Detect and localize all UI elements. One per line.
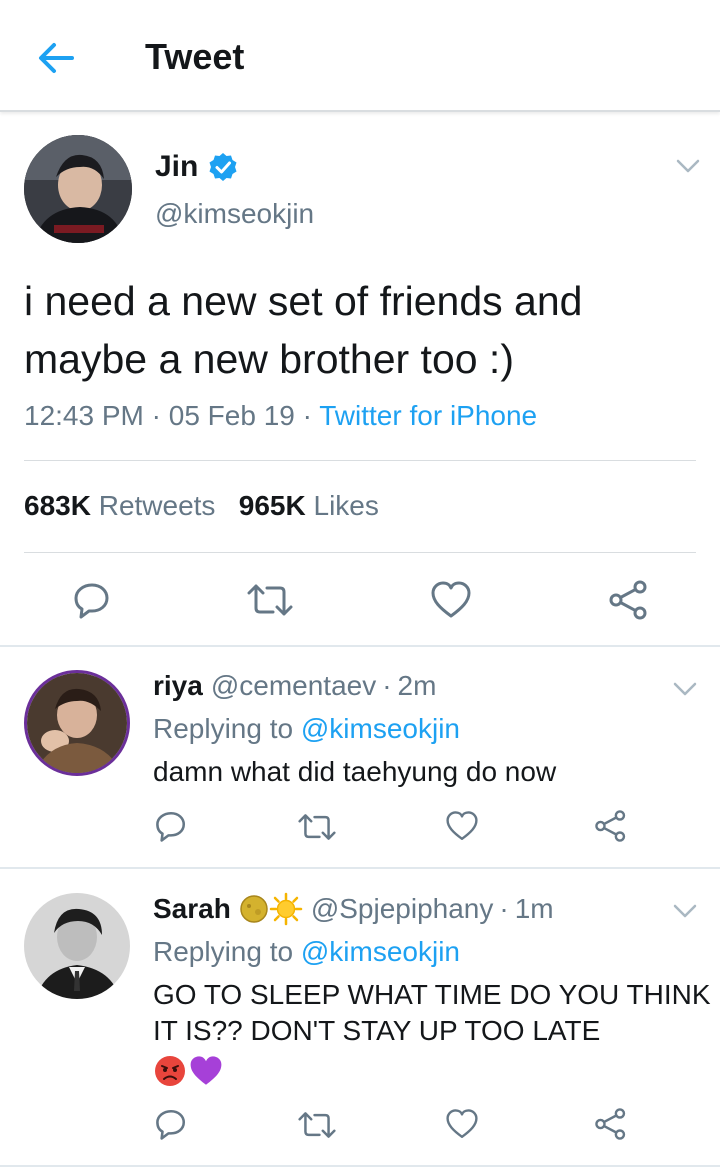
mention-link[interactable]: @kimseokjin [301,936,460,967]
share-button[interactable] [594,809,628,843]
retweet-icon [298,1112,336,1138]
verified-badge-icon [209,153,237,181]
divider [0,645,720,647]
like-button[interactable] [430,580,472,620]
reply-button[interactable] [72,580,112,620]
likes-stat[interactable]: 965K Likes [239,490,379,521]
divider [24,460,696,461]
avatar[interactable] [24,135,132,243]
replying-to: Replying to @kimseokjin [153,936,460,968]
sun-emoji [269,892,303,926]
meta-separator: · [302,400,312,431]
heart-icon [446,1109,478,1138]
mention-link[interactable]: @kimseokjin [301,713,460,744]
purple-heart-emoji [190,1056,222,1085]
share-button[interactable] [608,579,650,621]
author-handle[interactable]: @kimseokjin [155,198,314,230]
tweet-meta: 12:43 PM · 05 Feb 19 · Twitter for iPhon… [24,400,537,432]
page-title: Tweet [145,36,245,77]
retweet-icon [298,814,336,840]
share-icon [595,1108,626,1140]
full-moon-face-emoji [240,895,268,923]
divider [0,867,720,869]
pouting-face-emoji [155,1056,185,1086]
reply-text: damn what did taehyung do now [153,756,557,787]
author-name[interactable]: Jin [155,150,238,184]
tweet-text: i need a new set of friends and maybe a … [24,278,583,382]
share-icon [595,810,626,842]
retweet-button[interactable] [298,1110,336,1140]
heart-icon [446,811,478,840]
reply-header: riya @cementaev · 2m [153,670,436,702]
author-name-text: Jin [155,150,199,183]
replying-to-label: Replying to [153,936,294,967]
tweet-date: 05 Feb 19 [168,400,295,431]
reply-text: GO TO SLEEP WHAT TIME DO YOU THINK IT IS… [153,979,711,1046]
reply-age: 1m [514,893,554,924]
likes-count: 965K [238,490,306,521]
retweets-label: Retweets [98,490,216,521]
tweet-time: 12:43 PM [24,400,144,431]
chevron-down-icon[interactable] [672,680,698,698]
likes-label: Likes [313,490,379,521]
reply-icon [156,1109,186,1140]
retweets-count: 683K [24,490,91,521]
divider [0,1165,720,1167]
reply-author-handle[interactable]: @cementaev [211,670,376,702]
share-button[interactable] [594,1107,628,1141]
retweet-button[interactable] [298,812,336,842]
divider [24,552,696,553]
meta-separator: · [382,670,392,701]
replying-to: Replying to @kimseokjin [153,713,460,745]
tweet-stats: 683K Retweets 965K Likes [24,490,379,522]
avatar[interactable] [24,893,130,999]
reply-icon [74,583,109,619]
meta-separator: · [151,400,161,431]
reply-author-handle[interactable]: @Spjepiphany [311,893,494,925]
share-icon [609,580,647,620]
tweet-client-link[interactable]: Twitter for iPhone [319,400,537,431]
retweet-icon [247,584,293,616]
reply-author-name[interactable]: riya [153,670,203,702]
reply-age: 2m [397,670,437,701]
like-button[interactable] [445,810,479,842]
chevron-down-icon[interactable] [675,157,701,175]
reply-header: Sarah @Spjepiphany · 1m [153,892,554,926]
replying-to-label: Replying to [153,713,294,744]
reply-button[interactable] [154,1107,188,1141]
avatar[interactable] [24,670,130,776]
reply-emojis [153,1054,223,1088]
meta-separator: · [499,893,509,924]
reply-icon [156,811,186,842]
reply-author-name[interactable]: Sarah [153,893,231,925]
retweet-button[interactable] [247,582,293,618]
heart-icon [431,581,471,618]
arrow-left-icon[interactable] [36,38,76,78]
reply-button[interactable] [154,809,188,843]
chevron-down-icon[interactable] [672,902,698,920]
like-button[interactable] [445,1108,479,1140]
top-bar: Tweet [0,0,720,112]
retweets-stat[interactable]: 683K Retweets [24,490,215,521]
